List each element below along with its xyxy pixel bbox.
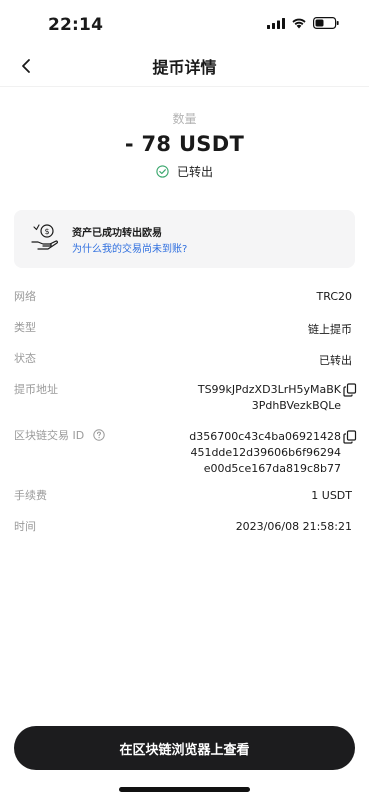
check-circle-icon (156, 165, 169, 178)
status-icons (267, 17, 339, 29)
amount-value: - 78 USDT (124, 132, 245, 156)
notice-card: $ 资产已成功转出欧易 为什么我的交易尚未到账? (14, 210, 355, 268)
type-value: 链上提币 (308, 323, 352, 336)
cellular-icon (267, 17, 285, 29)
not-received-link[interactable]: 为什么我的交易尚未到账? (72, 240, 187, 255)
txid-line-2: 451dde12d39606b6f96294 (190, 446, 341, 459)
network-value: TRC20 (316, 290, 353, 303)
withdrawal-detail-screen: 22:14 提币详情 数量 - 78 USDT 已转出 $ 资产已成功转出欧易 … (0, 0, 369, 800)
page-title: 提币详情 (152, 58, 217, 77)
status-value: 已转出 (319, 354, 352, 367)
amount-label: 数量 (172, 112, 197, 126)
time-label: 时间 (14, 520, 36, 533)
nav-bar: 提币详情 (0, 48, 369, 84)
copy-txid-icon[interactable] (343, 430, 357, 444)
address-value: TS99kJPdzXD3LrH5yMaBK 3PdhBVezkBQLe (198, 382, 341, 414)
status-bar: 22:14 (0, 0, 369, 48)
txid-label: 区块链交易 ID (14, 427, 105, 443)
view-on-explorer-button[interactable]: 在区块链浏览器上查看 (14, 726, 355, 770)
address-line-1: TS99kJPdzXD3LrH5yMaBK (197, 383, 341, 396)
svg-text:$: $ (44, 227, 49, 236)
txid-label-text: 区块链交易 ID (14, 429, 85, 442)
type-label: 类型 (14, 321, 36, 334)
coin-hand-icon: $ (31, 224, 58, 250)
copy-address-icon[interactable] (343, 383, 357, 397)
nav-divider (0, 86, 369, 87)
status-label: 状态 (14, 352, 36, 365)
txid-value: d356700c43c4ba06921428 451dde12d39606b6f… (189, 429, 341, 477)
transfer-status-text: 已转出 (176, 165, 213, 179)
notice-title: 资产已成功转出欧易 (72, 228, 162, 239)
fee-label: 手续费 (14, 489, 47, 502)
address-label: 提币地址 (14, 383, 58, 396)
txid-line-1: d356700c43c4ba06921428 (189, 430, 341, 443)
help-icon[interactable] (93, 429, 105, 441)
battery-icon (313, 17, 339, 29)
time-value: 2023/06/08 21:58:21 (235, 520, 352, 533)
txid-line-3: e00d5ce167da819c8b77 (203, 462, 341, 475)
home-indicator (119, 787, 250, 792)
transfer-status: 已转出 (0, 163, 369, 180)
fee-value: 1 USDT (311, 489, 352, 502)
network-label: 网络 (14, 290, 36, 303)
address-line-2: 3PdhBVezkBQLe (251, 399, 341, 412)
wifi-icon (292, 18, 306, 29)
status-time: 22:14 (48, 15, 104, 35)
